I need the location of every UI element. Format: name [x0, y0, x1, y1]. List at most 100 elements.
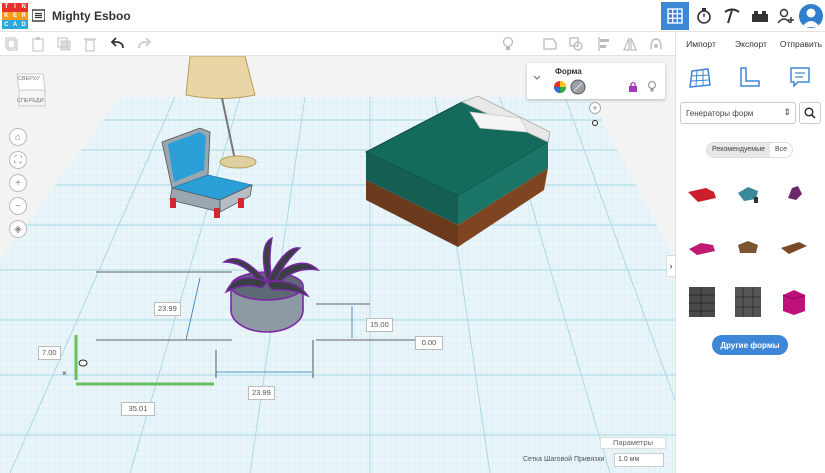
delete-icon[interactable]: [82, 36, 98, 52]
bricks-button[interactable]: [746, 2, 774, 30]
invite-user-button[interactable]: [772, 2, 800, 30]
height-dimension-label[interactable]: 23.99: [154, 302, 181, 316]
duplicate-icon[interactable]: [56, 36, 72, 52]
depth-label[interactable]: 7.00: [38, 346, 61, 360]
shape-magenta-box[interactable]: [774, 282, 814, 322]
paste-icon[interactable]: [30, 36, 46, 52]
shape-inspector: Форма: [527, 63, 665, 99]
view-cube-front-label: СПЕРЕДИ: [17, 98, 44, 104]
svg-text:×: ×: [62, 369, 67, 378]
shape-brown-plank[interactable]: [774, 228, 814, 268]
workplane-grid: ×: [0, 56, 675, 473]
anchor-dot: [592, 120, 598, 126]
pickaxe-icon: [724, 8, 740, 24]
length-label[interactable]: 35.01: [121, 402, 155, 416]
settings-button[interactable]: Параметры: [600, 437, 666, 449]
send-to-button[interactable]: Отправить: [776, 32, 825, 56]
view-cube-top-label: СВЕРХУ: [18, 76, 40, 82]
shape-brown-puzzle[interactable]: [728, 228, 768, 268]
logo-letter: N: [19, 3, 28, 12]
shape-generator-select[interactable]: Генераторы форм ⇕: [680, 102, 796, 124]
logo-letter: D: [19, 20, 28, 29]
copy-icon[interactable]: [4, 36, 20, 52]
logo-letter: I: [10, 3, 20, 12]
perspective-button[interactable]: ◈: [9, 220, 27, 238]
shape-thumb: [788, 186, 802, 200]
zoom-in-button[interactable]: +: [9, 174, 27, 192]
grid-view-icon: [667, 8, 683, 24]
object-height-label[interactable]: 15.00: [366, 318, 393, 332]
logo-letter: C: [2, 20, 11, 29]
chevron-down-icon[interactable]: [533, 75, 541, 81]
add-workplane-marker[interactable]: +: [589, 102, 601, 114]
edit-toolbar: [0, 32, 675, 56]
logo-letter: E: [10, 11, 20, 21]
simulate-button[interactable]: [690, 2, 718, 30]
elevation-label[interactable]: 0.00: [415, 336, 443, 350]
3d-design-view-button[interactable]: [661, 2, 689, 30]
ruler-icon[interactable]: [738, 65, 762, 89]
logo-letter: K: [2, 11, 11, 21]
perspective-icon: ◈: [14, 223, 22, 235]
panel-collapse-toggle[interactable]: ›: [666, 255, 676, 277]
plus-icon: +: [15, 177, 21, 189]
home-icon: ⌂: [14, 131, 22, 143]
design-title[interactable]: Mighty Esboo: [52, 9, 131, 23]
shape-blue-object[interactable]: [728, 174, 768, 214]
redo-icon[interactable]: [136, 36, 152, 52]
color-wheel-icon[interactable]: [553, 80, 567, 94]
group-icon[interactable]: [542, 36, 558, 52]
select-value: Генераторы форм: [686, 109, 754, 118]
fit-icon: ⛶: [14, 154, 22, 166]
notes-icon[interactable]: [788, 65, 812, 89]
logo-letter: A: [10, 20, 20, 29]
shape-search-button[interactable]: [799, 102, 821, 124]
shape-thumb: [738, 241, 758, 253]
right-panel: Импорт Экспорт Отправить Генераторы форм…: [675, 32, 825, 473]
tab-all[interactable]: Все: [770, 143, 792, 157]
shape-thumb: [689, 243, 715, 255]
shape-thumb: [688, 188, 716, 202]
shape-thumb: [781, 242, 807, 254]
home-view-button[interactable]: ⌂: [9, 128, 27, 146]
export-button[interactable]: Экспорт: [726, 32, 776, 56]
shape-stone-block[interactable]: [728, 282, 768, 322]
cruise-icon[interactable]: [648, 36, 664, 52]
timer-icon: [697, 8, 711, 24]
width-label[interactable]: 23.99: [248, 386, 275, 400]
workplane-icon[interactable]: [688, 65, 712, 89]
shape-purple-figure[interactable]: [774, 174, 814, 214]
align-icon[interactable]: [596, 36, 612, 52]
minus-icon: −: [15, 200, 21, 212]
shape-thumb: [735, 287, 761, 317]
import-button[interactable]: Импорт: [676, 32, 726, 56]
shape-thumb: [689, 287, 715, 317]
menu-list-icon[interactable]: [32, 9, 45, 22]
lock-icon[interactable]: [628, 81, 638, 92]
fit-view-button[interactable]: ⛶: [9, 151, 27, 169]
shape-magenta-shoe[interactable]: [682, 228, 722, 268]
bricks-icon: [752, 11, 768, 22]
hole-icon[interactable]: [570, 79, 586, 95]
top-bar: T I N K E R C A D Mighty Esboo: [0, 0, 825, 32]
ungroup-icon[interactable]: [568, 36, 584, 52]
user-avatar[interactable]: [799, 4, 823, 28]
more-shapes-button[interactable]: Другие формы: [712, 335, 788, 355]
shape-stone-wall[interactable]: [682, 282, 722, 322]
tinkercad-logo[interactable]: T I N K E R C A D: [2, 3, 28, 29]
tab-recommended[interactable]: Рекомендуемые: [707, 143, 770, 157]
workplane-canvas[interactable]: × СВЕРХУ СПЕРЕДИ ⌂ ⛶ + − ◈: [0, 56, 675, 473]
mirror-icon[interactable]: [622, 36, 638, 52]
shape-filter-tabs: Рекомендуемые Все: [706, 142, 794, 158]
avatar-icon: [802, 8, 820, 27]
snap-grid-select[interactable]: 1.0 мм: [614, 453, 664, 467]
minecraft-button[interactable]: [718, 2, 746, 30]
add-user-icon: [777, 8, 794, 24]
undo-icon[interactable]: [110, 36, 126, 52]
search-icon: [804, 107, 816, 119]
shape-thumb: [782, 290, 806, 315]
zoom-out-button[interactable]: −: [9, 197, 27, 215]
light-bulb-icon[interactable]: [500, 36, 516, 52]
shape-red-sofa[interactable]: [682, 174, 722, 214]
bulb-icon[interactable]: [647, 81, 657, 92]
